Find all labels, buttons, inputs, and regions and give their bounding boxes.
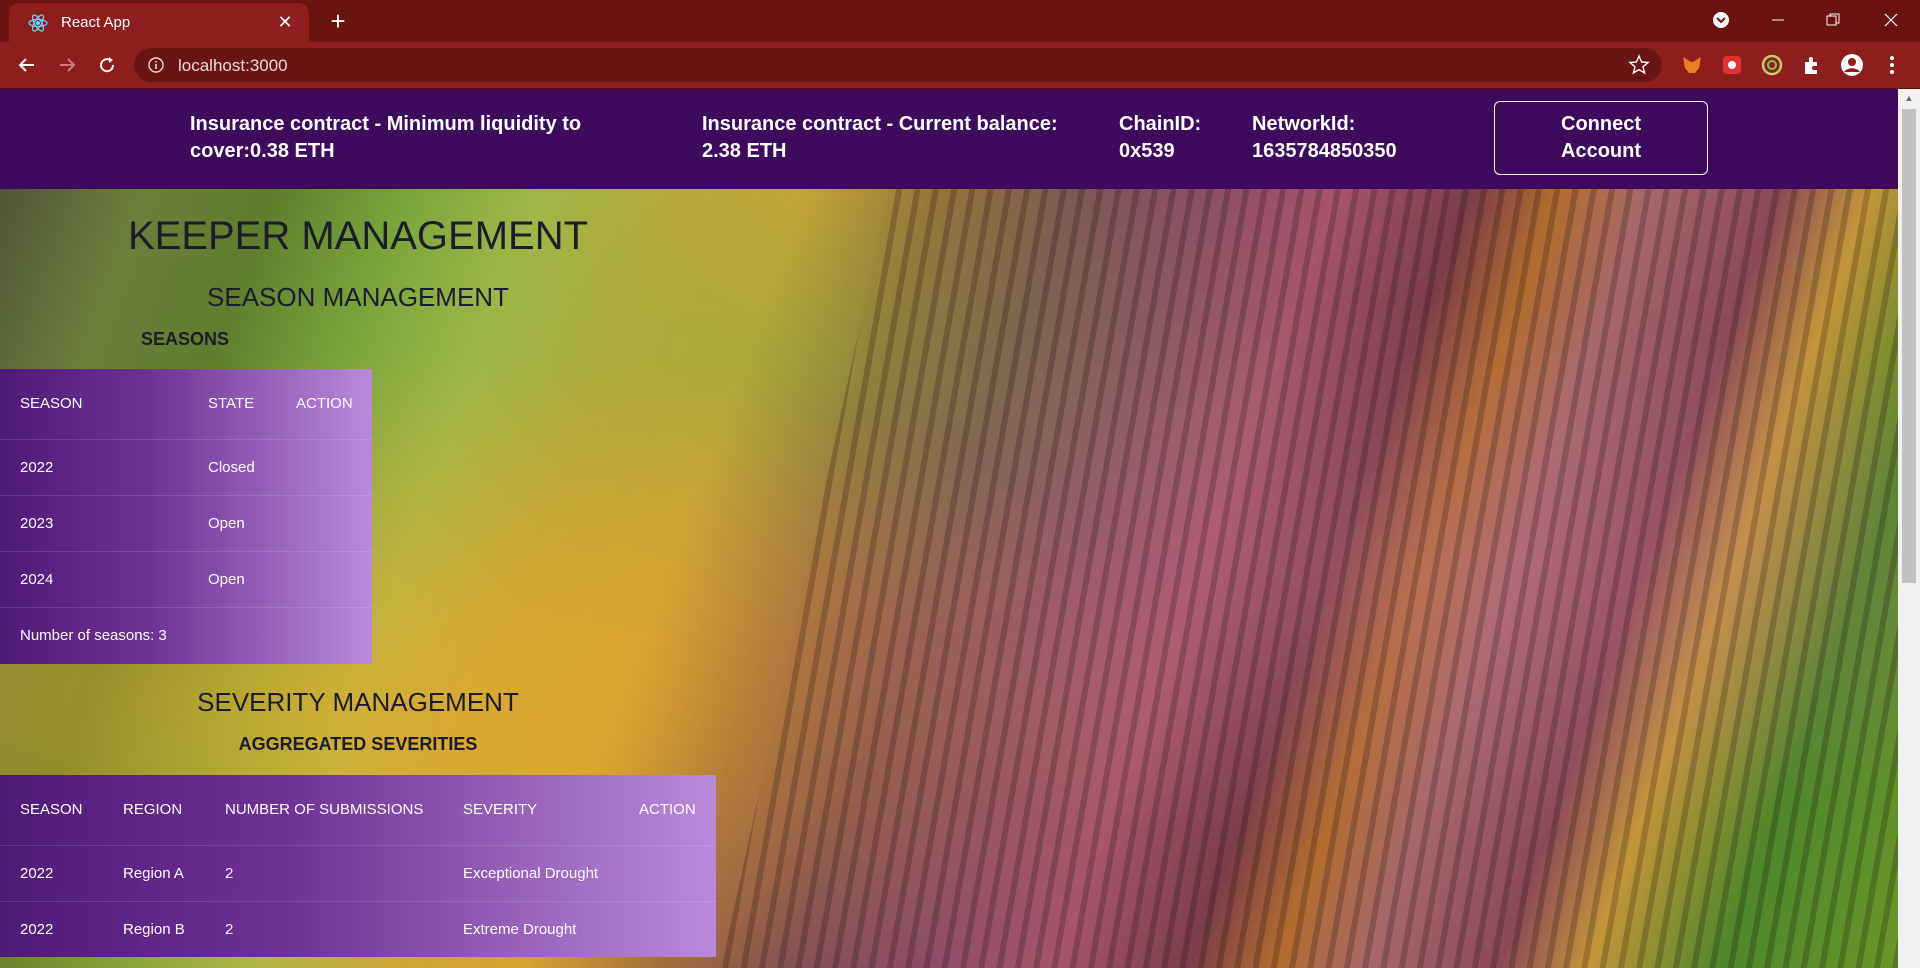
season-cell: 2023: [20, 514, 54, 532]
severity-management-title: SEVERITY MANAGEMENT: [197, 687, 519, 717]
severity-cell: Exceptional Drought: [463, 864, 599, 882]
table-row: 2024 Open: [0, 551, 372, 607]
network-value: 1635784850350: [1252, 140, 1397, 162]
action-cell: [619, 901, 716, 957]
severity-cell: Extreme Drought: [463, 920, 577, 938]
submissions-cell: 2: [225, 920, 234, 938]
circle-extension-icon[interactable]: [1760, 53, 1784, 77]
state-cell: Open: [208, 514, 245, 532]
seasons-heading: SEASONS: [141, 329, 230, 349]
connect-line2: Account: [1561, 140, 1641, 162]
minimize-icon[interactable]: [1755, 0, 1801, 40]
col-season: SEASON: [20, 395, 83, 413]
tab-strip: React App ✕ +: [0, 0, 1920, 42]
season-count: Number of seasons: 3: [20, 627, 167, 645]
state-cell: Open: [208, 570, 245, 588]
state-cell: Closed: [208, 458, 255, 476]
action-cell: [276, 495, 372, 551]
reload-icon[interactable]: [92, 50, 122, 80]
tab-title: React App: [61, 14, 131, 31]
window-close-icon[interactable]: [1868, 0, 1914, 40]
maximize-icon[interactable]: [1810, 0, 1856, 40]
min-liquidity-line1: Insurance contract - Minimum liquidity t…: [190, 113, 582, 135]
url-text: localhost:3000: [178, 56, 288, 75]
balance-info: Insurance contract - Current balance: 2.…: [702, 111, 1058, 165]
scroll-thumb[interactable]: [1902, 109, 1916, 583]
back-icon[interactable]: [12, 50, 42, 80]
severity-table: SEASON REGION NUMBER OF SUBMISSIONS SEVE…: [0, 775, 716, 957]
severity-table-header: SEASON REGION NUMBER OF SUBMISSIONS SEVE…: [0, 775, 716, 845]
seasons-table: SEASON STATE ACTION 2022 Closed 2023 Ope…: [0, 369, 372, 664]
action-cell: [276, 439, 372, 495]
seasons-table-footer: Number of seasons: 3: [0, 607, 372, 664]
seasons-table-header: SEASON STATE ACTION: [0, 369, 372, 439]
action-cell: [276, 551, 372, 607]
metamask-icon[interactable]: [1680, 53, 1704, 77]
aggregated-severities-heading: AGGREGATED SEVERITIES: [238, 734, 478, 754]
scroll-up-icon[interactable]: ▲: [1898, 89, 1920, 107]
connect-line1: Connect: [1561, 113, 1641, 135]
contract-info-bar: Insurance contract - Minimum liquidity t…: [0, 89, 1898, 189]
page-background: Insurance contract - Minimum liquidity t…: [0, 89, 1898, 968]
season-cell: 2022: [20, 458, 54, 476]
address-bar[interactable]: localhost:3000: [134, 48, 1662, 82]
browser-tab[interactable]: React App ✕: [9, 3, 309, 42]
balance-line1: Insurance contract - Current balance:: [702, 113, 1058, 135]
react-favicon-icon: [27, 12, 49, 34]
close-tab-icon[interactable]: ✕: [273, 12, 297, 33]
account-icon[interactable]: [1840, 53, 1864, 77]
connect-account-button[interactable]: Connect Account: [1494, 101, 1708, 175]
min-liquidity-info: Insurance contract - Minimum liquidity t…: [190, 111, 581, 165]
col-region: REGION: [123, 801, 183, 819]
col-action: ACTION: [639, 801, 696, 819]
chain-label: ChainID:: [1119, 113, 1202, 135]
table-row: 2023 Open: [0, 495, 372, 551]
col-season: SEASON: [20, 801, 83, 819]
col-state: STATE: [208, 395, 255, 413]
action-cell: [619, 845, 716, 901]
chain-info: ChainID: 0x539: [1119, 111, 1201, 165]
balance-line2: 2.38 ETH: [702, 140, 787, 162]
star-icon[interactable]: [1628, 54, 1650, 76]
region-cell: Region A: [123, 864, 184, 882]
season-cell: 2024: [20, 570, 54, 588]
table-row: 2022 Region B 2 Extreme Drought: [0, 901, 716, 957]
network-label: NetworkId:: [1252, 113, 1356, 135]
col-submissions: NUMBER OF SUBMISSIONS: [225, 801, 424, 819]
extension-icon[interactable]: [1720, 53, 1744, 77]
forward-icon[interactable]: [52, 50, 82, 80]
network-info: NetworkId: 1635784850350: [1252, 111, 1397, 165]
page-scrollbar[interactable]: ▲: [1898, 89, 1920, 968]
page-title: KEEPER MANAGEMENT: [127, 214, 589, 258]
info-icon[interactable]: [148, 57, 164, 73]
table-row: 2022 Region A 2 Exceptional Drought: [0, 845, 716, 901]
table-row: 2022 Closed: [0, 439, 372, 495]
season-cell: 2022: [20, 864, 54, 882]
min-liquidity-line2: cover:0.38 ETH: [190, 140, 335, 162]
puzzle-icon[interactable]: [1800, 53, 1824, 77]
browser-toolbar: localhost:3000: [0, 42, 1920, 89]
submissions-cell: 2: [225, 864, 234, 882]
col-severity: SEVERITY: [463, 801, 538, 819]
chain-value: 0x539: [1119, 140, 1175, 162]
region-cell: Region B: [123, 920, 185, 938]
chrome-profile-icon[interactable]: [1698, 0, 1744, 40]
new-tab-plus-icon[interactable]: +: [324, 7, 352, 35]
col-action: ACTION: [296, 395, 353, 413]
season-management-title: SEASON MANAGEMENT: [207, 282, 509, 312]
season-cell: 2022: [20, 920, 54, 938]
menu-icon[interactable]: [1880, 53, 1904, 77]
